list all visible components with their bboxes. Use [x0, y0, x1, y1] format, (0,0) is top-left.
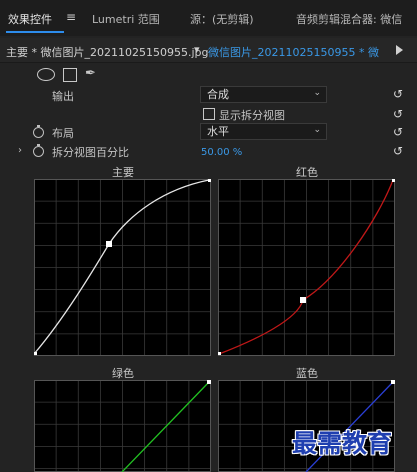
master-control-point [106, 241, 112, 247]
layout-label: 布局 [52, 127, 74, 140]
endpoint-handle [218, 352, 221, 355]
stopwatch-icon[interactable] [33, 144, 44, 157]
tab-effect-controls[interactable]: 效果控件 [8, 11, 52, 27]
play-icon[interactable] [396, 45, 403, 55]
reset-layout-icon[interactable]: ↺ [392, 126, 404, 138]
tab-lumetri-scope[interactable]: Lumetri 范围 [92, 11, 160, 27]
stopwatch-icon[interactable] [33, 125, 44, 138]
green-curve-graph[interactable] [34, 380, 211, 472]
output-label: 输出 [52, 90, 74, 103]
blue-curve-title: 蓝色 [296, 367, 318, 380]
chevron-down-icon: ⌄ [313, 88, 321, 98]
panel-menu-icon[interactable]: ≡ [66, 10, 76, 24]
endpoint-handle [391, 380, 395, 384]
reset-output-icon[interactable]: ↺ [392, 88, 404, 100]
master-clip-name[interactable]: 主要 * 微信图片_20211025150955.jpg [6, 44, 209, 60]
green-curve-line [121, 381, 210, 472]
red-curve-graph[interactable] [218, 179, 395, 356]
red-control-point [300, 297, 306, 303]
layout-select-value: 水平 [207, 125, 229, 138]
master-curve-graph[interactable] [34, 179, 211, 356]
red-curve-line [218, 179, 394, 355]
chevron-down-icon: ⌄ [313, 125, 321, 135]
ellipse-mask-icon[interactable] [37, 68, 55, 81]
output-select[interactable]: 合成 ⌄ [200, 86, 327, 103]
reset-split-percentage-icon[interactable]: ↺ [392, 145, 404, 157]
master-curve-title: 主要 [112, 166, 134, 179]
split-percentage-value[interactable]: 50.00 % [201, 147, 242, 158]
panel-tab-bar: 效果控件 ≡ Lumetri 范围 源：(无剪辑) 音频剪辑混合器: 微信 [0, 0, 417, 36]
endpoint-handle [392, 179, 395, 182]
show-split-view-label: 显示拆分视图 [219, 109, 285, 122]
tab-audio-clip-mixer[interactable]: 音频剪辑混合器: 微信 [296, 11, 402, 27]
red-curve-title: 红色 [296, 166, 318, 179]
green-curve-title: 绿色 [112, 367, 134, 380]
rectangle-mask-icon[interactable] [63, 68, 77, 82]
sequence-clip-name[interactable]: 微信图片_20211025150955 * 微 [208, 44, 379, 60]
endpoint-handle [207, 380, 211, 384]
tab-source[interactable]: 源：(无剪辑) [190, 11, 254, 27]
clip-header: 主要 * 微信图片_20211025150955.jpg ▾ 微信图片_2021… [0, 38, 417, 63]
reset-split-view-icon[interactable]: ↺ [392, 108, 404, 120]
endpoint-handle [208, 179, 211, 182]
show-split-view-checkbox[interactable] [203, 108, 215, 120]
watermark-logo: 最需教育 [292, 429, 393, 458]
output-select-value: 合成 [207, 88, 229, 101]
active-tab-indicator [6, 31, 64, 33]
split-percentage-label: 拆分视图百分比 [52, 146, 129, 159]
clip-dropdown-arrow-icon[interactable]: ▾ [194, 43, 200, 56]
layout-select[interactable]: 水平 ⌄ [200, 123, 327, 140]
endpoint-handle [34, 352, 37, 355]
master-curve-line [34, 179, 210, 355]
pen-mask-icon[interactable]: ✒ [85, 66, 96, 81]
expand-arrow-icon[interactable]: › [18, 145, 22, 156]
